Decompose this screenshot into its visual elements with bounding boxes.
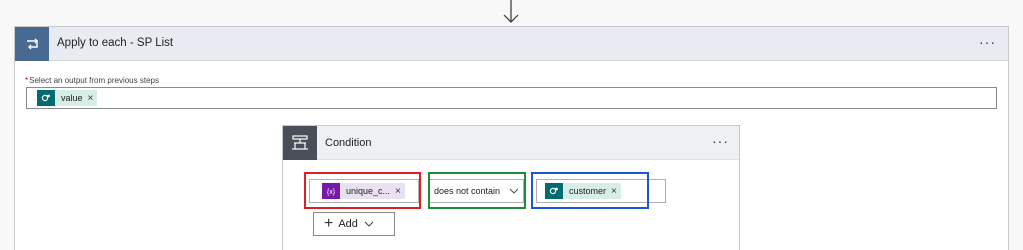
add-condition-button[interactable]: + Add [313,212,395,236]
condition-operator-value: does not contain [434,186,501,196]
condition-more-options-icon[interactable]: ··· [712,134,729,148]
connector-arrow-icon [503,0,519,23]
sharepoint-icon [545,183,563,199]
loop-icon [15,27,49,61]
unique-column-token[interactable]: {x} unique_c... × [322,183,405,199]
chevron-down-icon [364,221,374,227]
flow-canvas: Apply to each - SP List ··· *Select an o… [0,0,1023,250]
select-output-label-text: Select an output from previous steps [29,76,159,85]
condition-right-operand-field[interactable]: customer × [536,179,666,203]
value-token[interactable]: value × [37,90,98,106]
condition-icon [283,126,317,160]
svg-text:{x}: {x} [327,189,336,196]
customer-token[interactable]: customer × [545,183,621,199]
unique-column-token-label: unique_c... [346,186,391,196]
condition-title: Condition [325,137,372,149]
remove-unique-column-token-icon[interactable]: × [395,186,401,197]
condition-header[interactable]: Condition ··· [283,126,739,160]
plus-icon: + [324,215,334,232]
remove-value-token-icon[interactable]: × [88,93,94,104]
chevron-down-icon [509,188,519,194]
loop-more-options-icon[interactable]: ··· [979,35,996,49]
apply-to-each-card: Apply to each - SP List ··· *Select an o… [14,26,1009,250]
select-output-label: *Select an output from previous steps [25,76,159,85]
required-mark: * [25,76,29,85]
add-button-label: Add [338,218,358,230]
customer-token-label: customer [569,186,607,196]
remove-customer-token-icon[interactable]: × [611,186,617,197]
value-token-label: value [61,93,83,103]
sharepoint-icon [37,90,55,106]
select-output-input[interactable]: value × [26,87,997,109]
apply-to-each-header[interactable]: Apply to each - SP List ··· [15,27,1008,61]
condition-operator-select[interactable]: does not contain [429,179,524,203]
expression-icon: {x} [322,183,340,199]
condition-card: Condition ··· {x} unique_c... × does not… [282,125,740,250]
apply-to-each-title: Apply to each - SP List [57,37,174,49]
condition-left-operand-field[interactable]: {x} unique_c... × [309,179,419,203]
